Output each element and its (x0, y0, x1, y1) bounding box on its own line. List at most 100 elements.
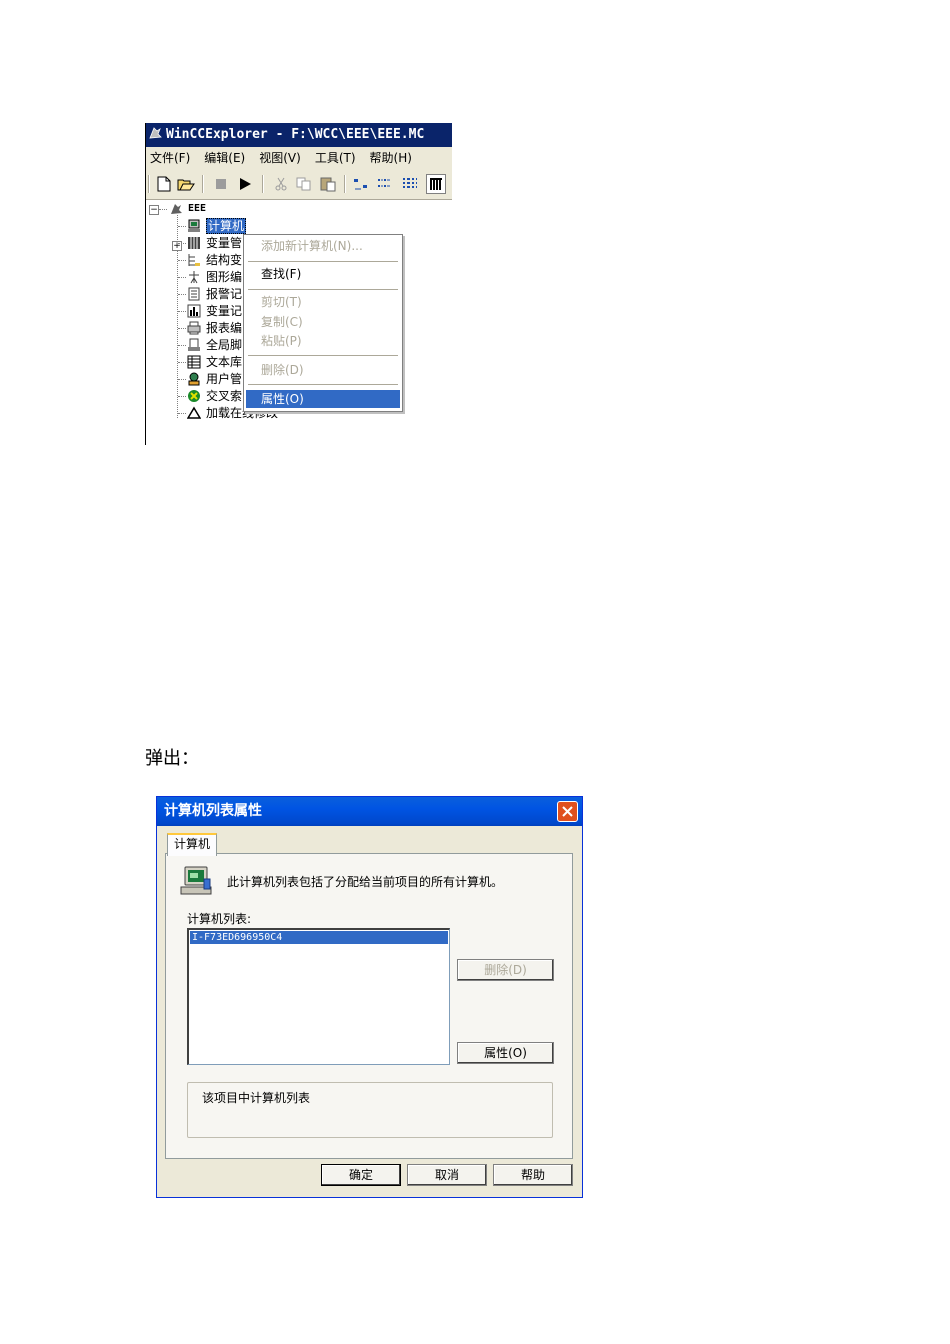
context-menu-item[interactable]: 添加新计算机(N)... (246, 237, 400, 255)
tree-root-label: EEE (188, 203, 207, 214)
context-menu-item[interactable]: 复制(C) (246, 313, 400, 331)
caption-text: 弹出： (145, 748, 199, 769)
context-menu-item[interactable]: 删除(D) (246, 361, 400, 379)
dialog-title: 计算机列表属性 (164, 803, 262, 819)
structure-tag-icon (188, 254, 200, 266)
graphics-designer-icon (189, 271, 199, 284)
close-button[interactable] (557, 801, 578, 822)
tag-management-icon (188, 237, 200, 249)
context-menu-item[interactable]: 查找(F) (246, 265, 400, 283)
toolbar-separator (202, 175, 204, 193)
tree-connector (178, 294, 186, 295)
computer-icon (188, 219, 200, 232)
report-designer-icon (187, 321, 201, 335)
ok-button[interactable]: 确定 (321, 1164, 401, 1186)
context-menu-item[interactable]: 剪切(T) (246, 293, 400, 311)
menu-separator (248, 384, 398, 385)
tree-item-label: 变量记 (206, 304, 243, 318)
context-menu-item-label: 删除(D) (261, 363, 304, 377)
tree-item-label: 计算机 (206, 218, 247, 234)
list-item[interactable]: I-F73ED696950C4 (190, 931, 448, 944)
tree-item-label: 文本库 (206, 355, 243, 369)
window-left-edge (145, 123, 146, 445)
menu-tools[interactable]: 工具(T) (315, 151, 356, 165)
delete-button[interactable]: 删除(D) (457, 959, 554, 981)
list-icon[interactable] (400, 174, 420, 194)
wincc-app-icon (149, 127, 162, 139)
toolbar-separator (344, 175, 346, 193)
large-icons-icon[interactable] (351, 174, 371, 194)
tree-connector (159, 209, 167, 210)
dialog-titlebar: 计算机列表属性 (157, 797, 582, 826)
wincc-project-icon (171, 204, 182, 214)
tree-item-label: 全局脚 (206, 338, 243, 352)
help-button[interactable]: 帮助 (493, 1164, 573, 1186)
new-icon[interactable] (154, 174, 174, 194)
cut-icon[interactable] (271, 174, 291, 194)
computer-list-label: 计算机列表: (187, 912, 252, 926)
details-icon[interactable] (426, 174, 446, 194)
description-box: 该项目中计算机列表 (187, 1082, 553, 1138)
explorer-menubar: 文件(F) 编辑(E) 视图(V) 工具(T) 帮助(H) (145, 147, 452, 169)
toolbar-separator (262, 175, 264, 193)
small-icons-icon[interactable] (375, 174, 395, 194)
tree-connector (178, 362, 186, 363)
tree-connector (178, 277, 186, 278)
paste-icon[interactable] (318, 174, 338, 194)
run-icon[interactable] (235, 174, 255, 194)
load-online-changes-icon (187, 406, 201, 419)
toolbar-separator (148, 175, 150, 193)
tree-item-label: 用户管 (206, 372, 243, 386)
computer-listbox[interactable]: I-F73ED696950C4 (187, 928, 450, 1065)
cancel-button[interactable]: 取消 (407, 1164, 487, 1186)
context-menu-item-label: 查找(F) (261, 267, 302, 281)
menu-help[interactable]: 帮助(H) (370, 151, 412, 165)
info-row (179, 865, 213, 897)
tree-connector (178, 328, 186, 329)
global-script-icon (188, 338, 200, 351)
tree-connector (178, 243, 186, 244)
tree-connector (178, 345, 186, 346)
context-menu-item[interactable]: 属性(O) (246, 390, 400, 408)
context-menu: 添加新计算机(N)... 查找(F) 剪切(T) 复制(C) 粘贴(P) 删除(D) 属性(… (243, 234, 403, 412)
tree-item-label: 交叉索 (206, 389, 243, 403)
tree-connector (178, 260, 186, 261)
menu-edit[interactable]: 编辑(E) (204, 151, 245, 165)
info-text: 此计算机列表包括了分配给当前项目的所有计算机。 (227, 875, 504, 889)
menu-separator (248, 261, 398, 262)
context-menu-item-label: 添加新计算机(N)... (261, 239, 363, 253)
menu-separator (248, 289, 398, 290)
copy-icon[interactable] (294, 174, 314, 194)
close-icon (562, 806, 573, 817)
tree-connector (178, 311, 186, 312)
text-library-icon (187, 355, 201, 369)
tree-connector (178, 226, 186, 227)
tree-connector (178, 379, 186, 380)
cross-reference-icon (188, 390, 200, 402)
collapse-toggle[interactable]: − (149, 205, 159, 215)
menu-file[interactable]: 文件(F) (150, 151, 190, 165)
context-menu-item-label: 复制(C) (261, 315, 303, 329)
tree-connector (178, 396, 186, 397)
tree-item-label: 报表编 (206, 321, 243, 335)
stop-icon[interactable] (211, 174, 231, 194)
explorer-toolbar (145, 169, 452, 200)
user-administrator-icon (188, 372, 200, 386)
tree-connector (178, 413, 186, 414)
explorer-titlebar: WinCCExplorer - F:\WCC\EEE\EEE.MC (145, 123, 452, 147)
alarm-logging-icon (188, 287, 200, 301)
open-icon[interactable] (176, 174, 196, 194)
context-menu-item[interactable]: 粘贴(P) (246, 332, 400, 350)
context-menu-item-label: 属性(O) (261, 392, 304, 406)
description-text: 该项目中计算机列表 (202, 1091, 311, 1105)
computer-icon (180, 866, 212, 895)
tab-computer[interactable]: 计算机 (167, 833, 218, 856)
properties-button[interactable]: 属性(O) (457, 1042, 554, 1064)
computer-list-properties-dialog: 计算机列表属性 计算机 此计算机列表包括了分配给当前项目的所有计算机。 计算机列… (156, 796, 583, 1198)
tree-item-label: 图形编 (206, 270, 243, 284)
menu-separator (248, 355, 398, 356)
explorer-title: WinCCExplorer - F:\WCC\EEE\EEE.MC (166, 127, 425, 142)
tag-logging-icon (187, 304, 201, 318)
menu-view[interactable]: 视图(V) (259, 151, 301, 165)
tree-item-label: 变量管 (206, 236, 243, 250)
